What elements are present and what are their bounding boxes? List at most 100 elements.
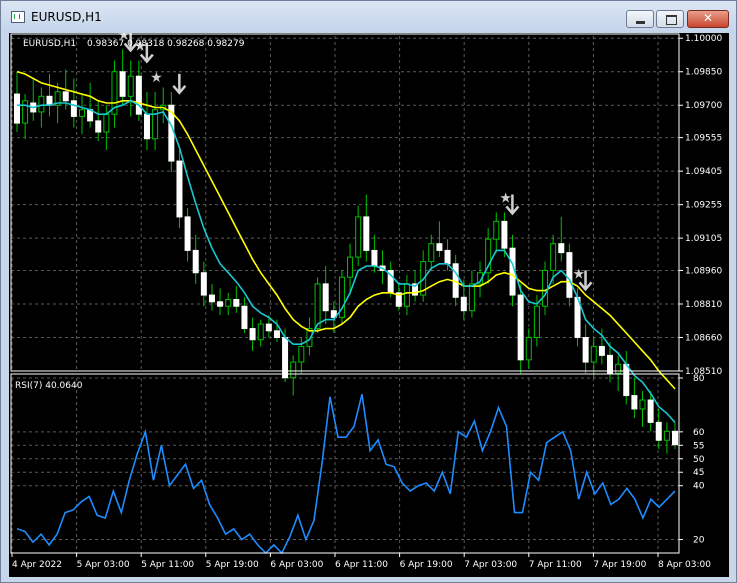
- price-tick-label: 1.09700: [685, 101, 722, 111]
- bear-candle: [143, 113, 150, 140]
- time-tick-label: 7 Apr 19:00: [593, 560, 646, 570]
- bear-candle: [444, 249, 451, 265]
- bull-candle: [663, 430, 670, 441]
- bull-candle: [127, 75, 134, 97]
- ma-slow-line: [16, 70, 676, 390]
- time-tick-label: 6 Apr 03:00: [270, 560, 323, 570]
- signal-star-icon: ★: [573, 266, 586, 282]
- bear-candle: [14, 93, 20, 124]
- bear-candle: [265, 323, 272, 332]
- bear-candle: [558, 243, 565, 254]
- bull-candle: [493, 220, 500, 240]
- bull-candle: [298, 345, 305, 363]
- time-tick-label: 5 Apr 03:00: [77, 560, 130, 570]
- maximize-button[interactable]: [656, 10, 684, 28]
- time-tick-label: 5 Apr 11:00: [141, 560, 194, 570]
- rsi-line: [16, 394, 676, 555]
- bear-candle: [460, 296, 467, 312]
- bear-candle: [241, 305, 248, 330]
- price-tick-label: 1.08810: [685, 300, 722, 310]
- price-tick-label: 1.09850: [685, 68, 722, 78]
- bear-candle: [566, 252, 573, 298]
- bull-candle: [468, 283, 475, 312]
- bear-candle: [647, 399, 654, 423]
- bear-candle: [517, 294, 524, 361]
- bear-candle: [655, 421, 662, 441]
- bear-candle: [176, 160, 183, 218]
- signal-star-icon: ★: [499, 190, 512, 206]
- bear-candle: [119, 71, 126, 97]
- bear-candle: [217, 301, 224, 307]
- rsi-tick-label: 20: [693, 536, 705, 546]
- bull-candle: [550, 243, 557, 271]
- price-tick-label: 1.09255: [685, 201, 722, 211]
- signal-star-icon: ★: [150, 70, 163, 86]
- bear-candle: [184, 216, 191, 251]
- bull-candle: [78, 109, 85, 117]
- rsi-tick-label: 80: [693, 374, 705, 384]
- bull-candle: [347, 256, 354, 278]
- bear-candle: [582, 337, 589, 363]
- minimize-button[interactable]: [626, 10, 654, 28]
- rsi-tick-label: 50: [693, 455, 705, 465]
- bull-candle: [533, 305, 540, 339]
- time-tick-label: 5 Apr 19:00: [206, 560, 259, 570]
- bull-candle: [38, 95, 45, 113]
- price-tick-label: 1.08960: [685, 267, 722, 277]
- bull-candle: [615, 363, 622, 374]
- close-button[interactable]: ✕: [687, 10, 729, 28]
- time-tick-label: 7 Apr 03:00: [464, 560, 517, 570]
- bear-candle: [322, 283, 329, 312]
- bear-candle: [363, 216, 370, 251]
- bear-candle: [249, 328, 256, 341]
- symbol-ohlc-values: 0.98367 0.98318 0.98268 0.98279: [87, 39, 245, 49]
- rsi-panel-frame: [10, 373, 680, 554]
- bull-candle: [314, 283, 321, 330]
- rsi-tick-label: 55: [693, 441, 704, 451]
- rsi-tick-label: 60: [693, 428, 705, 438]
- bull-candle: [639, 399, 646, 410]
- bear-candle: [200, 272, 207, 296]
- bear-candle: [623, 363, 630, 397]
- window-title: EURUSD,H1: [31, 10, 102, 24]
- bear-candle: [46, 95, 53, 106]
- bear-candle: [282, 337, 289, 379]
- price-tick-label: 1.10000: [685, 34, 722, 44]
- rsi-tick-label: 45: [693, 468, 704, 478]
- price-tick-label: 1.09105: [685, 234, 722, 244]
- bear-candle: [631, 395, 638, 410]
- bear-candle: [70, 100, 77, 117]
- bull-candle: [355, 216, 362, 258]
- bull-candle: [403, 283, 410, 307]
- price-tick-label: 1.08660: [685, 334, 722, 344]
- bear-candle: [436, 243, 443, 251]
- price-tick-label: 1.09405: [685, 167, 722, 177]
- chart-area[interactable]: ★ ★ ★ ★ ★ 1.10000 1.09850 1.09700 1.09555 1.0940…: [9, 27, 729, 577]
- time-tick-label: 4 Apr 2022: [12, 560, 62, 570]
- bear-candle: [233, 299, 240, 307]
- bear-candle: [208, 294, 215, 303]
- bear-candle: [192, 249, 199, 274]
- time-tick-label: 6 Apr 19:00: [400, 560, 453, 570]
- rsi-tick-label: 40: [693, 482, 705, 492]
- bull-candle: [257, 323, 264, 341]
- bear-candle: [501, 220, 508, 249]
- bull-candle: [103, 113, 110, 133]
- bull-candle: [22, 100, 29, 124]
- bull-candle: [225, 299, 232, 307]
- bull-candle: [542, 270, 549, 307]
- chart-window-icon: [11, 11, 25, 23]
- bear-candle: [95, 120, 102, 133]
- sell-arrow-icon: [172, 73, 187, 95]
- chart-window: EURUSD,H1 ✕ ★ ★ ★ ★ ★ 1.10000 1.09850 1.09700 1…: [0, 0, 737, 583]
- price-tick-label: 1.09555: [685, 134, 722, 144]
- title-bar[interactable]: EURUSD,H1 ✕: [1, 1, 736, 33]
- bear-candle: [135, 75, 142, 115]
- bear-candle: [672, 430, 678, 446]
- time-tick-label: 7 Apr 11:00: [529, 560, 582, 570]
- bull-candle: [590, 345, 597, 363]
- symbol-label: EURUSD,H1: [23, 39, 76, 49]
- bull-candle: [428, 243, 435, 263]
- chart-canvas[interactable]: ★★★★★ 1.100001.098501.097001.095551.0940…: [9, 27, 729, 577]
- rsi-label: RSI(7) 40.0640: [15, 381, 83, 391]
